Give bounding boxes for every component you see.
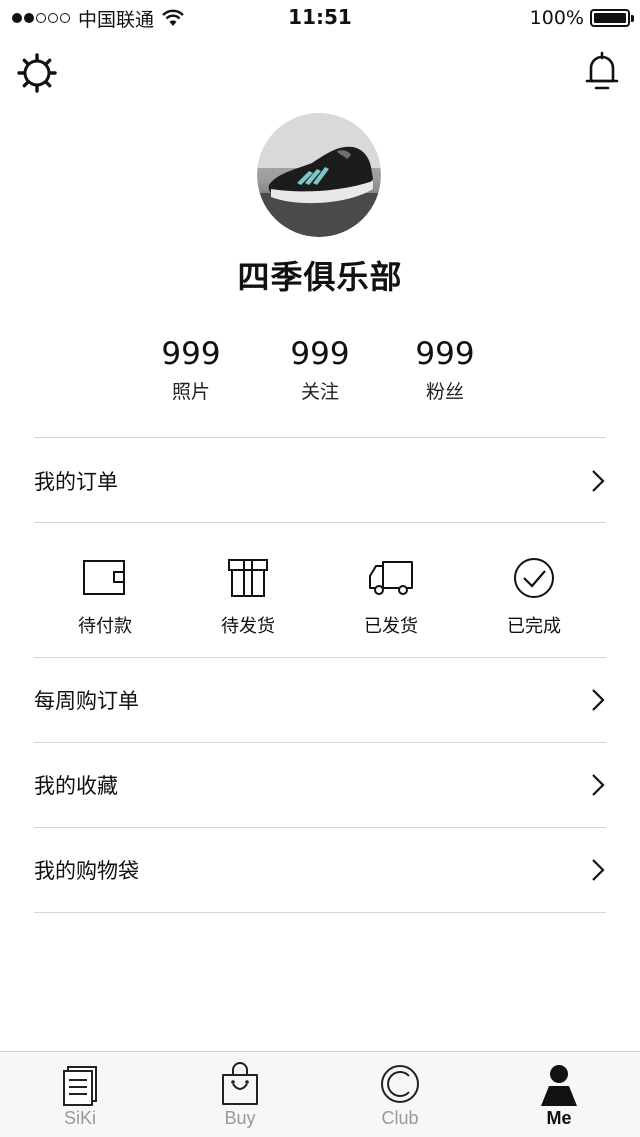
- avatar[interactable]: [257, 113, 381, 237]
- order-label: 已完成: [507, 616, 561, 637]
- divider: [34, 827, 606, 828]
- user-icon: [541, 1065, 577, 1106]
- tab-me[interactable]: Me: [499, 1062, 619, 1129]
- divider: [34, 522, 606, 523]
- settings-gear-icon[interactable]: [16, 52, 58, 94]
- delivery-truck-icon: [369, 561, 413, 595]
- document-icon: [63, 1066, 97, 1106]
- stat-value: 999: [415, 336, 475, 372]
- divider: [34, 437, 606, 438]
- tab-label: Me: [546, 1108, 572, 1128]
- shopping-bag-row[interactable]: 我的购物袋: [34, 840, 606, 900]
- tab-label: Buy: [224, 1108, 256, 1128]
- status-bar: 中国联通 11:51 100%: [0, 0, 640, 36]
- check-circle-icon: [514, 558, 554, 598]
- battery-percent: 100%: [529, 7, 584, 29]
- stat-label: 粉丝: [425, 381, 464, 403]
- divider: [34, 742, 606, 743]
- stat-following[interactable]: 999 关注: [260, 335, 380, 405]
- stat-value: 999: [161, 336, 221, 372]
- stat-label: 关注: [300, 381, 339, 403]
- stat-followers[interactable]: 999 粉丝: [385, 335, 505, 405]
- tab-label: SiKi: [63, 1108, 96, 1128]
- chevron-right-icon: [592, 859, 605, 881]
- row-label: 我的购物袋: [34, 859, 139, 883]
- shopping-bag-icon: [222, 1062, 258, 1105]
- order-awaiting-shipment[interactable]: 待发货: [178, 556, 318, 638]
- order-label: 待发货: [221, 616, 275, 637]
- row-label: 我的收藏: [34, 774, 118, 798]
- order-label: 待付款: [78, 616, 132, 637]
- order-label: 已发货: [364, 616, 418, 637]
- stat-value: 999: [290, 336, 350, 372]
- favorites-row[interactable]: 我的收藏: [34, 755, 606, 815]
- tab-club[interactable]: Club: [340, 1062, 460, 1129]
- chevron-right-icon: [592, 774, 605, 796]
- stat-photos[interactable]: 999 照片: [131, 335, 251, 405]
- order-shipped[interactable]: 已发货: [321, 556, 461, 638]
- weekly-orders-row[interactable]: 每周购订单: [34, 670, 606, 730]
- tab-bar: SiKi Buy Club Me: [0, 1051, 640, 1137]
- stat-label: 照片: [171, 381, 210, 403]
- battery-icon: [590, 9, 634, 27]
- tab-buy[interactable]: Buy: [180, 1062, 300, 1129]
- divider: [34, 657, 606, 658]
- club-ring-icon: [381, 1065, 419, 1103]
- gift-box-icon: [228, 559, 268, 597]
- profile-name: 四季俱乐部: [237, 258, 403, 296]
- row-label: 我的订单: [34, 470, 118, 494]
- my-orders-row[interactable]: 我的订单: [34, 451, 606, 511]
- row-label: 每周购订单: [34, 689, 139, 713]
- chevron-right-icon: [592, 470, 605, 492]
- chevron-right-icon: [592, 689, 605, 711]
- status-right: 100%: [529, 6, 634, 30]
- wallet-icon: [83, 560, 125, 595]
- divider: [34, 912, 606, 913]
- tab-siki[interactable]: SiKi: [20, 1062, 140, 1129]
- notification-bell-icon[interactable]: [582, 50, 622, 94]
- tab-label: Club: [381, 1108, 419, 1128]
- order-pending-payment[interactable]: 待付款: [35, 556, 175, 638]
- order-completed[interactable]: 已完成: [464, 556, 604, 638]
